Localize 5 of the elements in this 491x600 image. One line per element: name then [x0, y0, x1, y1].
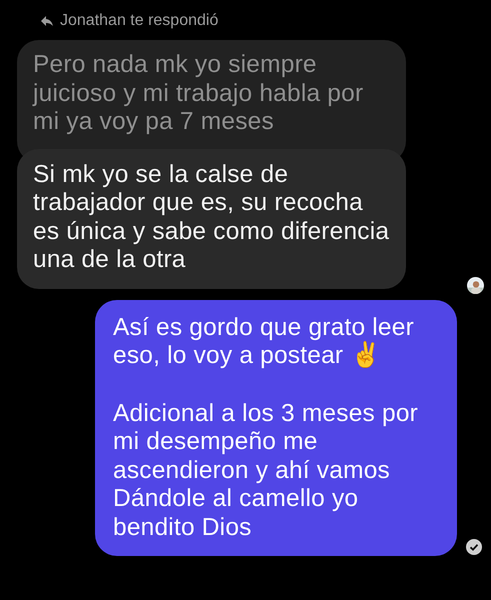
message-paragraph: Adicional a los 3 meses por mi desempeño me ascendieron y ahí vamos Dándole al camello yo bendito Dios [113, 400, 419, 542]
message-paragraph: Así es gordo que grato leer eso, lo voy a postear ✌ [113, 314, 415, 370]
reply-label: Jonathan te respondió [60, 12, 218, 30]
reply-icon [40, 15, 54, 27]
incoming-message: Si mk yo se la calse de trabajador que es, su recocha es única y sabe como diferencia una de la otra [17, 148, 406, 288]
